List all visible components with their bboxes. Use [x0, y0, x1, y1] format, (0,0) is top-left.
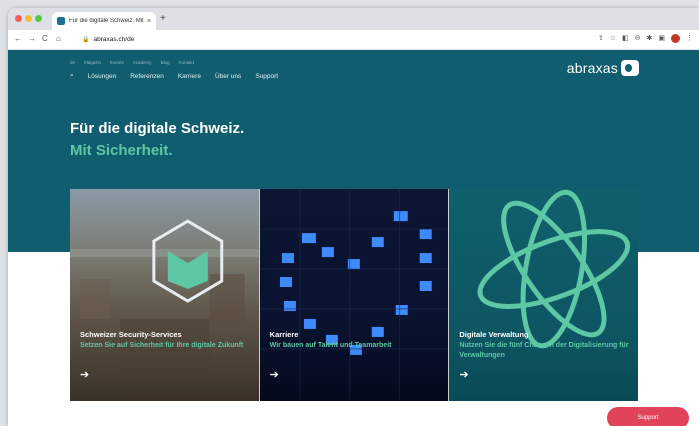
forward-icon[interactable]: → — [28, 34, 36, 44]
feature-cards: Schweizer Security-Services Setzen Sie a… — [70, 189, 639, 401]
search-icon[interactable]: ⌕ — [70, 72, 74, 80]
abraxas-logo[interactable]: abraxas — [567, 60, 639, 76]
sidebar-icon[interactable]: ▣ — [658, 34, 665, 44]
tab-active[interactable]: Für die digitale Schweiz. Mit Si... × — [52, 12, 156, 30]
hero-headline: Für die digitale Schweiz. — [70, 120, 245, 137]
top-link-events[interactable]: Events — [110, 60, 124, 65]
card-text: Nutzen Sie die fünf Chancen der Digitali… — [459, 342, 629, 359]
profile-avatar[interactable] — [671, 34, 680, 43]
tab-close-icon[interactable]: × — [147, 18, 151, 25]
hero-subline: Mit Sicherheit. — [70, 142, 173, 159]
tab-strip: Für die digitale Schweiz. Mit Si... × + — [8, 8, 699, 30]
minimize-window-icon[interactable] — [25, 15, 32, 22]
nav-item-support[interactable]: Support — [255, 73, 278, 80]
logo-mark-icon — [621, 60, 639, 76]
home-icon[interactable]: ⌂ — [56, 34, 61, 44]
nav-item-ueber-uns[interactable]: Über uns — [215, 73, 241, 80]
nav-item-loesungen[interactable]: Lösungen — [88, 73, 117, 80]
arrow-right-icon[interactable]: ➔ — [80, 370, 89, 381]
webpage: de Magazin Events Academy Blog Kontakt ⌕… — [8, 50, 699, 426]
card-security-services[interactable]: Schweizer Security-Services Setzen Sie a… — [70, 189, 259, 401]
card-title: Schweizer Security-Services — [80, 330, 182, 339]
top-meta-links: de Magazin Events Academy Blog Kontakt — [70, 60, 194, 65]
new-tab-button[interactable]: + — [160, 13, 166, 25]
bookmark-star-icon[interactable]: ☆ — [610, 34, 616, 44]
atom-orbit-icon — [477, 189, 631, 349]
lock-icon: 🔒 — [82, 37, 90, 43]
main-navigation: ⌕ Lösungen Referenzen Karriere Über uns … — [70, 72, 278, 80]
nav-item-referenzen[interactable]: Referenzen — [130, 73, 164, 80]
zoom-icon[interactable]: ⊖ — [635, 34, 641, 44]
tab-title: Für die digitale Schweiz. Mit Si... — [69, 18, 144, 24]
card-text: Setzen Sie auf Sicherheit für Ihre digit… — [80, 342, 244, 349]
browser-toolbar: ← → C ⌂ 🔒 abraxas.ch/de ⇪ ☆ ◧ ⊖ ✱ ▣ ⋮ — [8, 30, 699, 50]
logo-text: abraxas — [566, 60, 618, 76]
browser-window: Für die digitale Schweiz. Mit Si... × + … — [8, 8, 699, 426]
top-link-magazin[interactable]: Magazin — [84, 60, 101, 65]
address-bar[interactable]: 🔒 abraxas.ch/de — [82, 34, 582, 45]
top-link-kontakt[interactable]: Kontakt — [179, 60, 194, 65]
card-digitale-verwaltung[interactable]: Digitale Verwaltung Nutzen Sie die fünf … — [449, 189, 639, 401]
language-switch[interactable]: de — [70, 60, 75, 65]
back-icon[interactable]: ← — [14, 34, 22, 44]
arrow-right-icon[interactable]: ➔ — [270, 370, 279, 381]
share-icon[interactable]: ⇪ — [598, 34, 604, 44]
toolbar-icons: ⇪ ☆ ◧ ⊖ ✱ ▣ ⋮ — [598, 34, 693, 44]
url-text: abraxas.ch/de — [93, 36, 135, 43]
heart-lights-icon — [259, 189, 449, 401]
favicon-icon — [57, 17, 65, 25]
top-link-academy[interactable]: Academy — [133, 60, 152, 65]
maximize-window-icon[interactable] — [35, 15, 42, 22]
extension-icon[interactable]: ◧ — [622, 34, 629, 44]
card-karriere[interactable]: Karriere Wir bauen auf Talent und Teamar… — [259, 189, 449, 401]
card-title: Karriere — [269, 330, 299, 339]
arrow-right-icon[interactable]: ➔ — [459, 370, 468, 381]
nav-item-karriere[interactable]: Karriere — [178, 73, 201, 80]
card-text: Wir bauen auf Talent und Teamarbeit — [269, 342, 392, 349]
top-link-blog[interactable]: Blog — [161, 60, 170, 65]
card-title: Digitale Verwaltung — [459, 330, 529, 339]
puzzle-icon[interactable]: ✱ — [647, 34, 653, 44]
hexagon-shield-icon — [70, 219, 259, 379]
close-window-icon[interactable] — [15, 15, 22, 22]
reload-icon[interactable]: C — [42, 34, 48, 44]
menu-dots-icon[interactable]: ⋮ — [686, 34, 693, 44]
support-button[interactable]: Support — [607, 407, 689, 426]
